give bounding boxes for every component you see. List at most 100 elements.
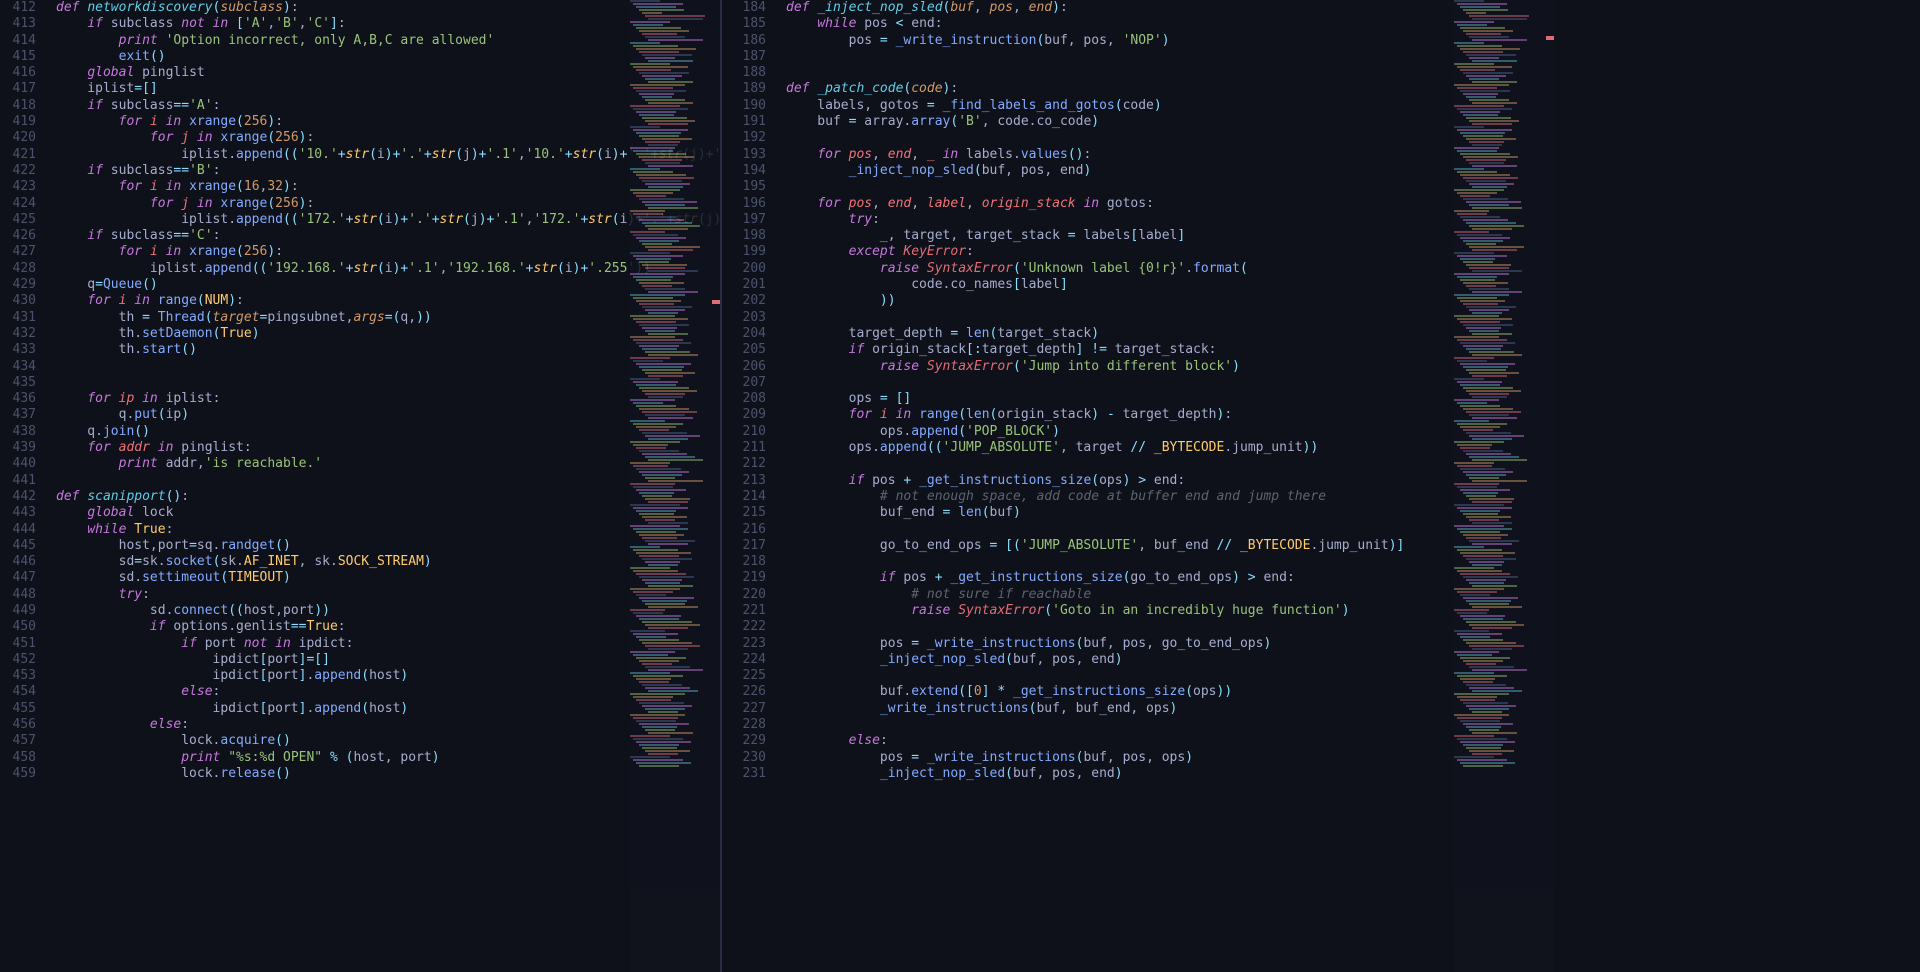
code-line[interactable]: q.put(ip) xyxy=(56,407,720,423)
code-line[interactable]: ipdict[port].append(host) xyxy=(56,668,720,684)
code-line[interactable]: while pos < end: xyxy=(786,16,1404,32)
code-line[interactable]: for pos, end, _ in labels.values(): xyxy=(786,147,1404,163)
code-line[interactable]: th = Thread(target=pingsubnet,args=(q,)) xyxy=(56,310,720,326)
code-line[interactable]: def scanipport(): xyxy=(56,489,720,505)
code-line[interactable]: pos = _write_instruction(buf, pos, 'NOP'… xyxy=(786,33,1404,49)
code-line[interactable]: iplist=[] xyxy=(56,81,720,97)
code-line[interactable]: host,port=sq.randget() xyxy=(56,538,720,554)
code-line[interactable]: for ip in iplist: xyxy=(56,391,720,407)
code-line[interactable] xyxy=(786,375,1404,391)
code-line[interactable]: raise SyntaxError('Unknown label {0!r}'.… xyxy=(786,261,1404,277)
code-line[interactable]: q.join() xyxy=(56,424,720,440)
code-line[interactable]: q=Queue() xyxy=(56,277,720,293)
code-line[interactable]: for j in xrange(256): xyxy=(56,196,720,212)
code-line[interactable]: _, target, target_stack = labels[label] xyxy=(786,228,1404,244)
code-line[interactable] xyxy=(786,717,1404,733)
code-line[interactable]: iplist.append(('172.'+str(i)+'.'+str(j)+… xyxy=(56,212,720,228)
code-line[interactable]: else: xyxy=(56,684,720,700)
code-line[interactable]: for i in xrange(256): xyxy=(56,244,720,260)
code-line[interactable]: ops.append(('JUMP_ABSOLUTE', target // _… xyxy=(786,440,1404,456)
code-line[interactable]: for i in xrange(256): xyxy=(56,114,720,130)
code-area-right[interactable]: def _inject_nop_sled(buf, pos, end): whi… xyxy=(786,0,1404,782)
code-line[interactable]: th.setDaemon(True) xyxy=(56,326,720,342)
code-line[interactable]: buf_end = len(buf) xyxy=(786,505,1404,521)
code-line[interactable]: if pos + _get_instructions_size(ops) > e… xyxy=(786,473,1404,489)
code-line[interactable] xyxy=(786,668,1404,684)
editor-pane-right[interactable]: 1841851861871881891901911921931941951961… xyxy=(730,0,1554,972)
code-line[interactable]: else: xyxy=(56,717,720,733)
code-line[interactable]: global pinglist xyxy=(56,65,720,81)
code-line[interactable]: buf.extend([0] * _get_instructions_size(… xyxy=(786,684,1404,700)
code-line[interactable]: def networkdiscovery(subclass): xyxy=(56,0,720,16)
code-line[interactable]: ops = [] xyxy=(786,391,1404,407)
code-line[interactable]: try: xyxy=(786,212,1404,228)
code-line[interactable] xyxy=(786,49,1404,65)
code-line[interactable]: sd.connect((host,port)) xyxy=(56,603,720,619)
code-line[interactable]: go_to_end_ops = [('JUMP_ABSOLUTE', buf_e… xyxy=(786,538,1404,554)
code-line[interactable]: _inject_nop_sled(buf, pos, end) xyxy=(786,652,1404,668)
code-line[interactable]: pos = _write_instructions(buf, pos, ops) xyxy=(786,750,1404,766)
code-line[interactable]: for j in xrange(256): xyxy=(56,130,720,146)
code-line[interactable] xyxy=(786,456,1404,472)
code-line[interactable]: for pos, end, label, origin_stack in got… xyxy=(786,196,1404,212)
code-line[interactable] xyxy=(56,473,720,489)
code-line[interactable] xyxy=(786,554,1404,570)
code-line[interactable]: try: xyxy=(56,587,720,603)
code-line[interactable] xyxy=(56,359,720,375)
code-line[interactable]: if pos + _get_instructions_size(go_to_en… xyxy=(786,570,1404,586)
editor-pane-left[interactable]: 4124134144154164174184194204214224234244… xyxy=(0,0,720,972)
code-line[interactable]: exit() xyxy=(56,49,720,65)
code-line[interactable]: # not enough space, add code at buffer e… xyxy=(786,489,1404,505)
code-line[interactable]: else: xyxy=(786,733,1404,749)
code-line[interactable]: if subclass=='A': xyxy=(56,98,720,114)
code-line[interactable]: _write_instructions(buf, buf_end, ops) xyxy=(786,701,1404,717)
code-line[interactable]: buf = array.array('B', code.co_code) xyxy=(786,114,1404,130)
code-line[interactable]: print "%s:%d OPEN" % (host, port) xyxy=(56,750,720,766)
code-line[interactable] xyxy=(786,619,1404,635)
code-line[interactable]: sd.settimeout(TIMEOUT) xyxy=(56,570,720,586)
minimap-left[interactable] xyxy=(630,0,720,972)
code-line[interactable]: if subclass=='C': xyxy=(56,228,720,244)
code-line[interactable]: for addr in pinglist: xyxy=(56,440,720,456)
code-line[interactable]: labels, gotos = _find_labels_and_gotos(c… xyxy=(786,98,1404,114)
code-line[interactable] xyxy=(786,522,1404,538)
code-line[interactable]: for i in range(NUM): xyxy=(56,293,720,309)
code-line[interactable]: lock.release() xyxy=(56,766,720,782)
code-line[interactable]: sd=sk.socket(sk.AF_INET, sk.SOCK_STREAM) xyxy=(56,554,720,570)
code-line[interactable]: ipdict[port].append(host) xyxy=(56,701,720,717)
code-line[interactable]: raise SyntaxError('Goto in an incredibly… xyxy=(786,603,1404,619)
code-line[interactable]: if options.genlist==True: xyxy=(56,619,720,635)
code-line[interactable]: def _patch_code(code): xyxy=(786,81,1404,97)
code-line[interactable]: code.co_names[label] xyxy=(786,277,1404,293)
code-line[interactable]: iplist.append(('192.168.'+str(i)+'.1','1… xyxy=(56,261,720,277)
code-line[interactable]: )) xyxy=(786,293,1404,309)
code-line[interactable]: global lock xyxy=(56,505,720,521)
code-line[interactable]: print addr,'is reachable.' xyxy=(56,456,720,472)
code-line[interactable]: raise SyntaxError('Jump into different b… xyxy=(786,359,1404,375)
minimap-right[interactable] xyxy=(1454,0,1554,972)
code-line[interactable]: pos = _write_instructions(buf, pos, go_t… xyxy=(786,636,1404,652)
code-line[interactable]: _inject_nop_sled(buf, pos, end) xyxy=(786,766,1404,782)
code-line[interactable] xyxy=(786,179,1404,195)
code-line[interactable]: th.start() xyxy=(56,342,720,358)
code-line[interactable]: if port not in ipdict: xyxy=(56,636,720,652)
code-line[interactable] xyxy=(786,310,1404,326)
code-line[interactable]: if subclass=='B': xyxy=(56,163,720,179)
code-line[interactable]: if origin_stack[:target_depth] != target… xyxy=(786,342,1404,358)
code-line[interactable] xyxy=(786,65,1404,81)
code-line[interactable] xyxy=(786,130,1404,146)
code-line[interactable]: iplist.append(('10.'+str(i)+'.'+str(j)+'… xyxy=(56,147,720,163)
code-line[interactable]: target_depth = len(target_stack) xyxy=(786,326,1404,342)
code-line[interactable]: if subclass not in ['A','B','C']: xyxy=(56,16,720,32)
code-line[interactable]: ipdict[port]=[] xyxy=(56,652,720,668)
code-line[interactable]: lock.acquire() xyxy=(56,733,720,749)
code-line[interactable]: _inject_nop_sled(buf, pos, end) xyxy=(786,163,1404,179)
code-line[interactable]: print 'Option incorrect, only A,B,C are … xyxy=(56,33,720,49)
pane-divider[interactable] xyxy=(720,0,722,972)
code-line[interactable]: ops.append('POP_BLOCK') xyxy=(786,424,1404,440)
code-line[interactable]: # not sure if reachable xyxy=(786,587,1404,603)
code-line[interactable]: for i in range(len(origin_stack) - targe… xyxy=(786,407,1404,423)
code-area-left[interactable]: def networkdiscovery(subclass): if subcl… xyxy=(56,0,720,782)
code-line[interactable]: while True: xyxy=(56,522,720,538)
code-line[interactable]: for i in xrange(16,32): xyxy=(56,179,720,195)
